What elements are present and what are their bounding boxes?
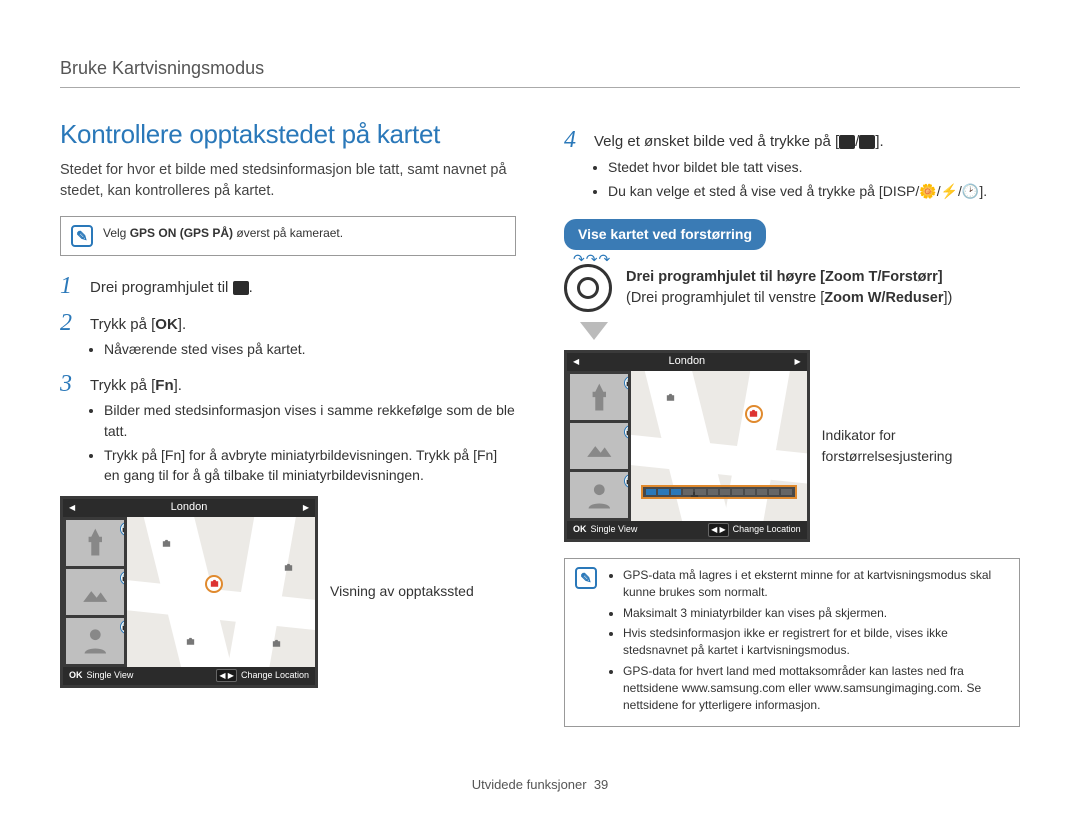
step-2-text: Trykk på [OK].: [90, 311, 186, 336]
gps-info-list: GPS-data må lagres i et eksternt minne f…: [623, 567, 1009, 718]
step-4-bullets: Stedet hvor bildet ble tatt vises. Du ka…: [594, 157, 1020, 202]
map-pin-icon: [279, 559, 297, 577]
gps-info-box: ✎ GPS-data må lagres i et eksternt minne…: [564, 558, 1020, 727]
step-4: 4 Velg et ønsket bilde ved å trykke på […: [564, 128, 1020, 153]
note-icon: ✎: [71, 225, 93, 247]
thumbnail: 📷: [66, 569, 124, 615]
bullet: GPS-data må lagres i et eksternt minne f…: [623, 567, 1009, 602]
section-title: Kontrollere opptakstedet på kartet: [60, 116, 516, 154]
step-number: 3: [60, 372, 80, 396]
map-pin-active-icon: [745, 405, 763, 423]
step-number: 4: [564, 128, 584, 152]
camera-screen-2: ◀ London ▶ 📷 📷: [564, 350, 810, 542]
camera-badge-icon: 📷: [120, 571, 124, 585]
bullet: GPS-data for hvert land med mottaksområd…: [623, 663, 1009, 715]
thumbnail: 📷: [570, 472, 628, 518]
bullet: Hvis stedsinformasjon ikke er registrert…: [623, 625, 1009, 660]
thumbnail: 📷: [66, 520, 124, 566]
map-area: [127, 517, 315, 667]
thumbnail: 📷: [570, 423, 628, 469]
zoom-ring-icon: ↷↷↷: [564, 264, 612, 312]
zoom-section-header: Vise kartet ved forstørring: [564, 219, 766, 249]
page-footer: Utvidede funksjoner 39: [0, 776, 1080, 795]
callout-right: Indikator for forstørrelsesjustering: [822, 425, 1020, 466]
camera-badge-icon: 📷: [624, 474, 628, 488]
gps-mode-icon: [233, 281, 249, 295]
map-area: [631, 371, 807, 521]
timer-icon: [859, 135, 875, 149]
left-right-arrows-icon: ◀ ▶: [708, 523, 729, 537]
left-column: Kontrollere opptakstedet på kartet Stede…: [60, 116, 516, 745]
change-location-label: Change Location: [733, 523, 801, 536]
location-label: London: [75, 500, 303, 516]
map-pin-active-icon: [205, 575, 223, 593]
change-location-label: Change Location: [241, 669, 309, 682]
bullet: Trykk på [Fn] for å avbryte miniatyrbild…: [104, 445, 516, 486]
step-number: 1: [60, 274, 80, 298]
thumbnail-strip: 📷 📷 📷: [567, 371, 631, 521]
bullet: Stedet hvor bildet ble tatt vises.: [608, 157, 1020, 177]
lens-diagram: ↷↷↷ Drei programhjulet til høyre [Zoom T…: [564, 264, 1020, 312]
intro-text: Stedet for hvor et bilde med stedsinform…: [60, 160, 516, 202]
macro-icon: [839, 135, 855, 149]
left-right-arrows-icon: ◀ ▶: [216, 669, 237, 683]
map-pin-icon: [267, 635, 285, 653]
step-1: 1 Drei programhjulet til .: [60, 274, 516, 299]
callout-left: Visning av opptakssted: [330, 581, 474, 601]
map-pin-icon: [661, 389, 679, 407]
step-3-bullets: Bilder med stedsinformasjon vises i samm…: [90, 400, 516, 485]
zoom-in-instruction: Drei programhjulet til høyre [Zoom T/For…: [626, 267, 952, 288]
gps-note-text: Velg GPS ON (GPS PÅ) øverst på kameraet.: [103, 225, 343, 242]
nav-right-icon: ▶: [303, 502, 309, 514]
bullet: Nåværende sted vises på kartet.: [104, 339, 516, 359]
thumbnail: 📷: [570, 374, 628, 420]
camera-badge-icon: 📷: [624, 425, 628, 439]
camera-badge-icon: 📷: [120, 620, 124, 634]
step-1-text: Drei programhjulet til .: [90, 274, 253, 299]
bullet: Bilder med stedsinformasjon vises i samm…: [104, 400, 516, 441]
gps-note-box: ✎ Velg GPS ON (GPS PÅ) øverst på kamerae…: [60, 216, 516, 256]
step-4-text: Velg et ønsket bilde ved å trykke på [/]…: [594, 128, 884, 153]
thumbnail: 📷: [66, 618, 124, 664]
breadcrumb: Bruke Kartvisningsmodus: [60, 55, 1020, 88]
bullet: Maksimalt 3 miniatyrbilder kan vises på …: [623, 605, 1009, 622]
camera-badge-icon: 📷: [624, 376, 628, 390]
nav-right-icon: ▶: [795, 356, 801, 368]
right-column: 4 Velg et ønsket bilde ved å trykke på […: [564, 116, 1020, 745]
rotate-arrows-icon: ↷↷↷: [573, 249, 611, 269]
single-view-label: Single View: [87, 669, 134, 682]
camera-screen-1: ◀ London ▶ 📷 📷: [60, 496, 318, 688]
ok-key-label: OK: [573, 523, 587, 536]
step-3-text: Trykk på [Fn].: [90, 372, 182, 397]
single-view-label: Single View: [591, 523, 638, 536]
step-2-bullets: Nåværende sted vises på kartet.: [90, 339, 516, 359]
camera-badge-icon: 📷: [120, 522, 124, 536]
step-2: 2 Trykk på [OK].: [60, 311, 516, 336]
ok-key: OK: [155, 316, 178, 333]
fn-key: Fn: [155, 377, 173, 394]
flow-down-arrow-icon: [580, 322, 608, 340]
map-pin-icon: [157, 535, 175, 553]
ok-key-label: OK: [69, 669, 83, 682]
step-number: 2: [60, 311, 80, 335]
thumbnail-strip: 📷 📷 📷: [63, 517, 127, 667]
note-icon: ✎: [575, 567, 597, 589]
zoom-out-instruction: (Drei programhjulet til venstre [Zoom W/…: [626, 288, 952, 309]
location-label: London: [579, 354, 794, 370]
bullet: Du kan velge et sted å vise ved å trykke…: [608, 181, 1020, 201]
zoom-indicator: [641, 485, 797, 499]
map-pin-icon: [181, 633, 199, 651]
step-3: 3 Trykk på [Fn].: [60, 372, 516, 397]
